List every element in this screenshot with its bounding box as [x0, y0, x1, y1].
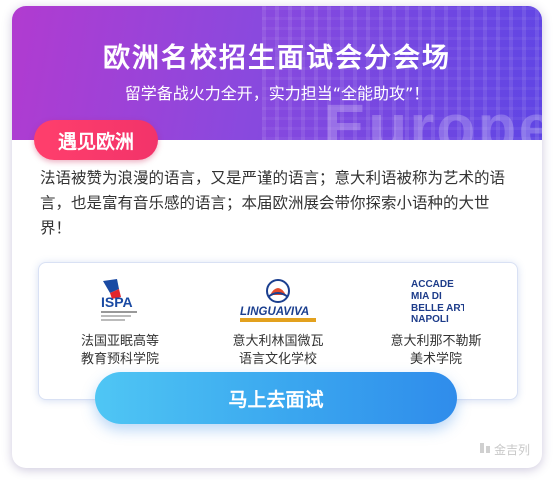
svg-text:ACCADE: ACCADE — [411, 279, 454, 290]
watermark: 金吉列 — [479, 441, 530, 458]
watermark-text: 金吉列 — [493, 443, 530, 457]
section-tag: 遇见欧洲 — [34, 120, 158, 160]
school-name: 意大利那不勒斯 美术学院 — [390, 334, 482, 367]
accademia-napoli-logo: ACCADE MIA DI BELLE ARTI NAPOLI — [408, 275, 470, 325]
linguaviva-logo: LINGUAVIVA — [238, 275, 318, 325]
svg-text:NAPOLI: NAPOLI — [411, 314, 449, 325]
svg-text:LINGUAVIVA: LINGUAVIVA — [240, 306, 309, 318]
brand-icon — [479, 442, 491, 457]
svg-text:MIA DI: MIA DI — [411, 291, 442, 302]
go-interview-button[interactable]: 马上去面试 — [95, 372, 457, 424]
ispa-logo: ISPA — [95, 275, 145, 325]
page-title: 欧洲名校招生面试会分会场 — [103, 43, 451, 74]
description-text: 法语被赞为浪漫的语言，又是严谨的语言；意大利语被称为艺术的语言，也是富有音乐感的… — [40, 169, 506, 237]
svg-text:ISPA: ISPA — [101, 294, 133, 310]
school-name: 法国亚眠高等 教育预科学院 — [80, 334, 159, 367]
event-card: Europe 欧洲名校招生面试会分会场 留学备战火力全开，实力担当“全能助攻”！… — [12, 6, 542, 468]
svg-text:BELLE ARTI: BELLE ARTI — [411, 303, 464, 314]
page-subtitle: 留学备战火力全开，实力担当“全能助攻”！ — [124, 84, 430, 103]
school-name: 意大利林国微瓦 语言文化学校 — [232, 334, 324, 367]
